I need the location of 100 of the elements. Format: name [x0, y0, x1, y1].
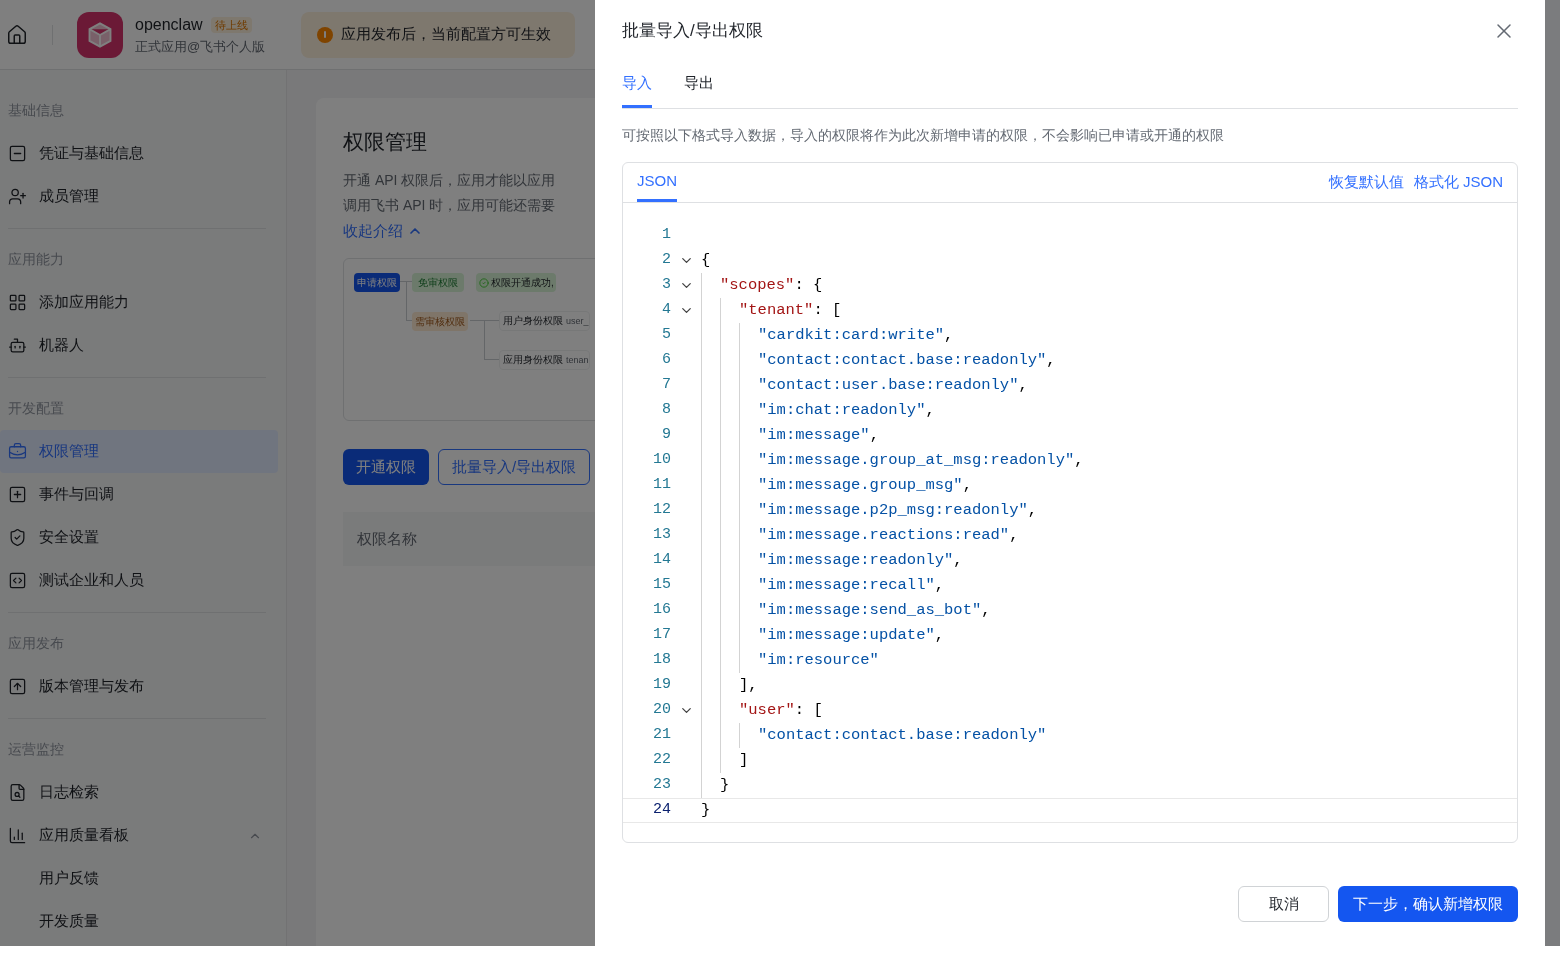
line-number: 8	[661, 400, 671, 421]
sidebar-subitem[interactable]: 用户反馈	[8, 857, 266, 900]
line-number: 21	[652, 725, 671, 746]
line-number: 7	[661, 375, 671, 396]
primary-button[interactable]: 开通权限	[343, 449, 429, 485]
sidebar-item[interactable]: 权限管理	[0, 430, 278, 473]
cancel-button[interactable]: 取消	[1238, 886, 1329, 922]
square-plus-icon	[8, 485, 27, 504]
line-number: 3	[661, 275, 671, 296]
flow-tag: 免审权限	[412, 273, 464, 292]
sidebar-item[interactable]: 版本管理与发布	[0, 665, 278, 708]
code-line: "tenant": [	[739, 299, 842, 321]
app-logo-icon	[77, 11, 123, 58]
sidebar-item[interactable]: 事件与回调	[0, 473, 278, 516]
code-line: "im:message:readonly",	[758, 549, 963, 571]
sidebar-item[interactable]: 安全设置	[0, 516, 278, 559]
code-line: "im:message.group_msg",	[758, 474, 972, 496]
intro-text: 开通 API 权限后，应用才能以应用	[343, 170, 556, 190]
line-number: 11	[652, 475, 671, 496]
code-line: "im:message:update",	[758, 624, 945, 646]
line-number: 1	[661, 225, 671, 246]
sidebar-item[interactable]: 测试企业和人员	[0, 559, 278, 602]
code-line: "cardkit:card:write",	[758, 324, 954, 346]
flow-node-label: 应用身份权限	[503, 353, 563, 367]
flow-tag: 申请权限	[354, 273, 400, 292]
outline-button[interactable]: 批量导入/导出权限	[438, 449, 591, 485]
line-number: 16	[652, 600, 671, 621]
code-line: "im:message:recall",	[758, 574, 945, 596]
code-line: {	[701, 249, 711, 271]
page-title: 权限管理	[343, 129, 427, 155]
line-number: 22	[652, 750, 671, 771]
line-number: 17	[652, 625, 671, 646]
sidebar-item[interactable]: 机器人	[0, 324, 278, 367]
shield-check-icon	[8, 528, 27, 547]
column-header: 权限名称	[357, 528, 417, 549]
intro-text: 调用飞书 API 时，应用可能还需要	[343, 195, 556, 215]
line-number: 20	[652, 700, 671, 721]
sidebar-item[interactable]: 日志检索	[0, 771, 278, 814]
collapse-link[interactable]: 收起介绍	[343, 219, 423, 242]
code-line: "scopes": {	[720, 274, 823, 296]
code-line: }	[701, 799, 711, 821]
flow-tag: 权限开通成功,	[476, 273, 556, 292]
home-icon[interactable]	[6, 23, 28, 46]
tab[interactable]: 导出	[684, 62, 714, 108]
line-number: 13	[652, 525, 671, 546]
editor-action-link[interactable]: 格式化 JSON	[1413, 171, 1503, 194]
notice-banner: 应用发布后，当前配置方可生效	[301, 11, 576, 58]
bar-chart-icon	[8, 826, 27, 845]
app-subtitle: 正式应用@飞书个人版	[135, 37, 266, 56]
line-number: 12	[652, 500, 671, 521]
status-tag: 待上线	[210, 16, 252, 33]
line-number: 2	[661, 250, 671, 271]
code-line: ]	[739, 749, 749, 771]
code-line: "contact:contact.base:readonly",	[758, 349, 1056, 371]
code-line: "im:message.reactions:read",	[758, 524, 1019, 546]
code-line: "im:resource"	[758, 649, 879, 671]
editor-tab[interactable]: JSON	[637, 163, 677, 202]
upload-icon	[8, 677, 27, 696]
id-card-icon	[8, 144, 27, 163]
file-search-icon	[8, 783, 27, 802]
line-number: 14	[652, 550, 671, 571]
code-line: "contact:contact.base:readonly"	[758, 724, 1047, 746]
sidebar-subitem[interactable]: 开发质量	[8, 900, 266, 943]
editor-action-link[interactable]: 恢复默认值	[1328, 171, 1404, 194]
robot-icon	[8, 336, 27, 355]
flow-node-label: 用户身份权限	[503, 314, 563, 328]
line-number: 9	[661, 425, 671, 446]
line-number: 10	[652, 450, 671, 471]
check-circle-icon	[479, 277, 489, 288]
drawer-title: 批量导入/导出权限	[622, 20, 763, 43]
code-icon	[8, 571, 27, 590]
code-line: "im:chat:readonly",	[758, 399, 935, 421]
code-line: "user": [	[739, 699, 823, 721]
code-line: "im:message:send_as_bot",	[758, 599, 991, 621]
flow-node-hint: user_	[566, 315, 589, 328]
code-line: ],	[739, 674, 758, 696]
code-line: "im:message.group_at_msg:readonly",	[758, 449, 1084, 471]
warning-icon	[317, 26, 334, 43]
code-line: "contact:user.base:readonly",	[758, 374, 1028, 396]
line-number: 4	[661, 300, 671, 321]
line-number: 23	[652, 775, 671, 796]
grid-icon	[8, 293, 27, 312]
line-number: 15	[652, 575, 671, 596]
briefcase-icon	[8, 442, 27, 461]
flow-node-hint: tenan	[566, 354, 589, 367]
import-description: 可按照以下格式导入数据，导入的权限将作为此次新增申请的权限，不会影响已申请或开通的权限	[622, 126, 1224, 145]
line-number: 5	[661, 325, 671, 346]
sidebar-item[interactable]: 应用质量看板	[0, 814, 278, 857]
primary-button[interactable]: 下一步，确认新增权限	[1338, 886, 1518, 922]
sidebar-item[interactable]: 凭证与基础信息	[0, 132, 278, 175]
code-line: }	[720, 774, 730, 796]
code-line: "im:message.p2p_msg:readonly",	[758, 499, 1038, 521]
line-number: 18	[652, 650, 671, 671]
code-line: "im:message",	[758, 424, 879, 446]
line-number: 24	[652, 800, 671, 821]
line-number: 19	[652, 675, 671, 696]
sidebar-item[interactable]: 添加应用能力	[0, 281, 278, 324]
sidebar-item[interactable]: 成员管理	[0, 175, 278, 218]
tab[interactable]: 导入	[622, 62, 652, 108]
user-add-icon	[8, 187, 27, 206]
